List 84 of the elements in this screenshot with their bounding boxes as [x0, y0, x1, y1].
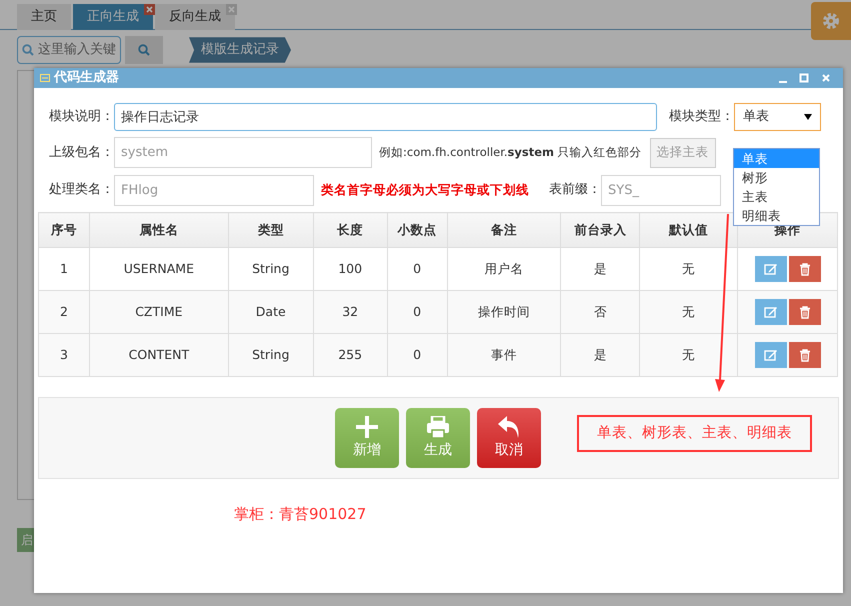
column-header: 备注 — [447, 212, 561, 248]
table-cell: 255 — [313, 334, 388, 376]
edit-icon — [764, 306, 778, 318]
maximize-icon — [799, 73, 809, 83]
table-cell: Date — [228, 290, 314, 334]
add-button[interactable]: 新增 — [335, 408, 399, 468]
plus-icon — [356, 416, 378, 438]
table-cell: 无 — [640, 248, 738, 290]
undo-icon — [498, 416, 520, 438]
search-icon — [22, 44, 34, 56]
module-description-field[interactable]: 操作日志记录 — [114, 103, 657, 131]
table-cell: 2 — [38, 290, 90, 334]
cancel-button[interactable]: 取消 — [477, 408, 541, 468]
dropdown-option[interactable]: 单表 — [734, 149, 819, 168]
column-header: 长度 — [313, 212, 388, 248]
table-cell: 3 — [38, 334, 90, 376]
table-prefix-field[interactable]: SYS_ — [601, 174, 721, 206]
hint-text: 例如:com.fh.controller.system 只输入红色部分 — [379, 144, 642, 161]
column-header: 序号 — [38, 212, 90, 248]
search-button[interactable] — [125, 36, 163, 64]
edit-button[interactable] — [754, 299, 787, 325]
class-name-field[interactable]: FHlog — [114, 174, 314, 206]
annotation-box: 单表、树形表、主表、明细表 — [577, 415, 812, 452]
delete-button[interactable] — [788, 256, 821, 282]
breadcrumb[interactable]: 模版生成记录 — [189, 37, 291, 63]
field-label: 模块说明： — [49, 108, 114, 126]
table-cell: CZTIME — [89, 290, 228, 334]
dialog-title: 代码生成器 — [54, 69, 119, 88]
printer-icon — [427, 416, 449, 438]
table-cell: String — [228, 248, 314, 290]
edit-icon — [764, 263, 778, 275]
trash-icon — [798, 262, 811, 276]
table-cell: 1 — [38, 248, 90, 290]
table-cell: 100 — [313, 248, 388, 290]
edit-button[interactable] — [754, 342, 787, 368]
table-cell: 否 — [560, 290, 640, 334]
delete-button[interactable] — [788, 299, 821, 325]
field-label: 模块类型： — [669, 108, 734, 126]
table-cell: 是 — [560, 248, 640, 290]
column-header: 属性名 — [89, 212, 228, 248]
field-label: 处理类名： — [49, 181, 114, 200]
table-cell: 操作时间 — [447, 290, 561, 334]
field-label: 上级包名： — [49, 144, 114, 162]
tab[interactable]: 反向生成 — [155, 4, 235, 30]
table-cell: 事件 — [447, 334, 561, 376]
field-label: 表前缀： — [549, 181, 601, 200]
table-cell: 用户名 — [447, 248, 561, 290]
edit-button[interactable] — [754, 256, 787, 282]
column-header: 默认值 — [640, 212, 738, 248]
column-header: 小数点 — [387, 212, 448, 248]
table-cell: 0 — [387, 248, 448, 290]
tab[interactable]: 主页 — [17, 4, 71, 30]
window-icon — [40, 74, 50, 82]
settings-button[interactable] — [811, 2, 851, 40]
package-field[interactable]: system — [114, 137, 372, 168]
tab[interactable]: 正向生成 — [73, 4, 153, 30]
dropdown-option[interactable]: 树形 — [734, 168, 819, 187]
delete-button[interactable] — [788, 342, 821, 368]
print-button[interactable]: 生成 — [406, 408, 470, 468]
caret-icon — [804, 114, 812, 120]
table-cell: 无 — [640, 334, 738, 376]
table-cell: 32 — [313, 290, 388, 334]
trash-icon — [798, 348, 811, 362]
module-type-select[interactable]: 单表 — [734, 103, 821, 131]
trash-icon — [798, 306, 811, 318]
warning-text: 类名首字母必须为大写字母或下划线 — [321, 180, 529, 199]
table-cell: USERNAME — [89, 248, 228, 290]
table-cell: CONTENT — [89, 334, 228, 376]
column-header: 类型 — [228, 212, 314, 248]
close-icon — [821, 73, 831, 83]
dropdown-option[interactable]: 主表 — [734, 187, 819, 206]
table-cell: 是 — [560, 334, 640, 376]
table-cell: 0 — [387, 334, 448, 376]
select-value: 单表 — [743, 108, 769, 126]
search-field[interactable]: 这里输入关键 — [17, 36, 121, 64]
search-icon — [138, 44, 150, 56]
column-header: 前台录入 — [560, 212, 640, 248]
table-cell: 0 — [387, 290, 448, 334]
signature-text: 掌柜：青苔901027 — [234, 504, 368, 525]
settings-icon — [821, 11, 841, 31]
edit-icon — [764, 349, 778, 361]
table-cell: String — [228, 334, 314, 376]
table-cell: 无 — [640, 290, 738, 334]
minimize-icon — [779, 81, 787, 83]
